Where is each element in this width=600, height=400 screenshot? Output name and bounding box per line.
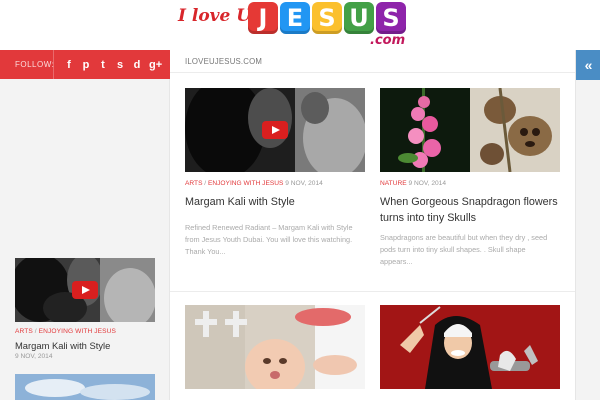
post-title[interactable]: Margam Kali with Style (185, 194, 365, 210)
sidebar-post-categories: ARTS / ENJOYING WITH JESUS (15, 328, 116, 335)
site-header: I love U JESUS .com (0, 0, 600, 50)
logo-letter-s: S (312, 2, 342, 34)
logo-letter-u: U (344, 2, 374, 34)
breadcrumb: ILOVEUJESUS.COM (170, 50, 575, 73)
social-icons: f p t s d g+ (64, 59, 162, 71)
post-thumbnail[interactable] (185, 88, 365, 172)
post-categories: ARTS / ENJOYING WITH JESUS 9 NOV, 2014 (185, 180, 323, 187)
googleplus-icon[interactable]: g+ (149, 59, 162, 71)
row-divider (170, 291, 575, 292)
category-link-nature[interactable]: NATURE (380, 180, 407, 187)
pinterest-icon[interactable]: p (81, 59, 91, 71)
breadcrumb-home[interactable]: ILOVEUJESUS.COM (185, 57, 262, 66)
stumbleupon-icon[interactable]: s (115, 59, 125, 71)
post-thumbnail[interactable] (185, 305, 365, 389)
post-thumbnail[interactable] (380, 305, 560, 389)
post-categories: NATURE 9 NOV, 2014 (380, 180, 446, 187)
follow-label: FOLLOW: (15, 60, 55, 69)
left-sidebar: FOLLOW: f p t s d g+ ARTS / ENJOYING WITH JES… (0, 50, 170, 400)
logo-letter-j: J (248, 2, 278, 34)
collapse-sidebar-button[interactable]: « (576, 50, 600, 80)
facebook-icon[interactable]: f (64, 59, 74, 71)
logo-letter-blocks: JESUS (248, 2, 406, 34)
follow-divider (53, 50, 54, 79)
post-date: 9 NOV, 2014 (285, 180, 323, 187)
post-card-snapdragon: NATURE 9 NOV, 2014 When Gorgeous Snapdra… (380, 88, 560, 288)
main-content: ILOVEUJESUS.COM ARTS / ENJOYING WITH JES… (170, 50, 575, 400)
play-icon[interactable] (72, 281, 98, 299)
post-card-singer (380, 305, 560, 400)
sidebar-post-title[interactable]: Margam Kali with Style (15, 340, 110, 351)
sidebar-post-date: 9 NOV, 2014 (15, 353, 53, 360)
post-card-baptism (185, 305, 365, 400)
post-thumbnail[interactable] (380, 88, 560, 172)
delicious-icon[interactable]: d (132, 59, 142, 71)
post-excerpt: Refined Renewed Radiant – Margam Kali wi… (185, 223, 353, 256)
site-logo[interactable]: I love U JESUS .com (178, 2, 408, 48)
post-excerpt: Snapdragons are beautiful but when they … (380, 233, 548, 266)
category-link-enjoying[interactable]: ENJOYING WITH JESUS (39, 328, 116, 335)
double-chevron-left-icon: « (584, 57, 593, 73)
post-card-margam-kali: ARTS / ENJOYING WITH JESUS 9 NOV, 2014 M… (185, 88, 365, 288)
logo-domain-suffix: .com (370, 33, 406, 48)
snapdragon-image (380, 88, 560, 172)
category-link-arts[interactable]: ARTS (185, 180, 202, 187)
follow-bar: FOLLOW: f p t s d g+ (0, 50, 170, 79)
sidebar-post-thumbnail-2[interactable] (15, 374, 155, 400)
baptism-image (185, 305, 365, 389)
category-link-arts[interactable]: ARTS (15, 328, 33, 335)
singer-image (380, 305, 560, 389)
sidebar-post-thumbnail[interactable] (15, 258, 155, 322)
post-title[interactable]: When Gorgeous Snapdragon flowers turns i… (380, 194, 560, 226)
right-sidebar-strip: « (575, 50, 600, 400)
twitter-icon[interactable]: t (98, 59, 108, 71)
logo-letter-s: S (376, 2, 406, 34)
sidebar-sky-image (15, 374, 155, 400)
logo-letter-e: E (280, 2, 310, 34)
logo-script-text: I love U (178, 6, 252, 26)
category-link-enjoying[interactable]: ENJOYING WITH JESUS (208, 180, 283, 187)
post-date: 9 NOV, 2014 (408, 180, 446, 187)
play-icon[interactable] (262, 121, 288, 139)
